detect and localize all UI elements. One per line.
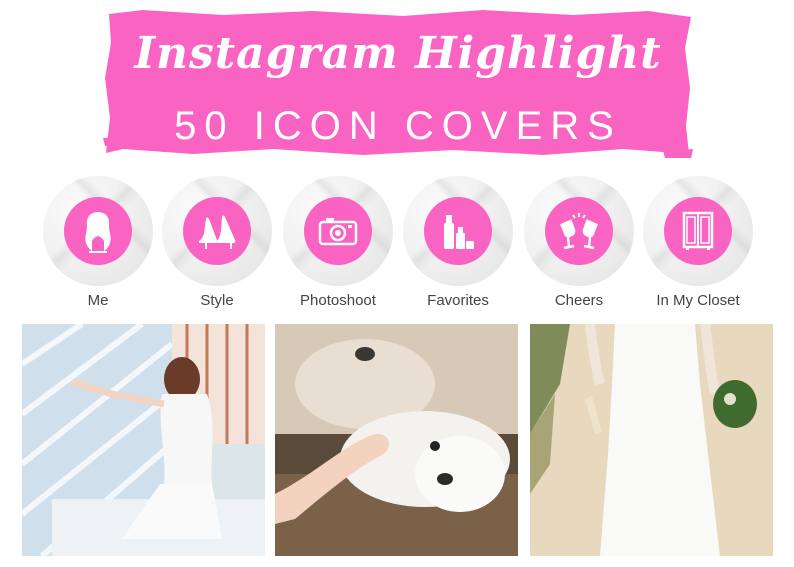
marble-circle xyxy=(43,176,153,286)
white-dog-photo xyxy=(275,324,518,556)
highlight-favorites[interactable]: Favorites xyxy=(393,176,523,309)
pink-circle xyxy=(545,197,613,265)
banner-title: Instagram Highlight xyxy=(134,28,662,79)
highlight-label: Style xyxy=(200,292,234,309)
highlight-style[interactable]: Style xyxy=(152,176,282,309)
pink-circle xyxy=(664,197,732,265)
cosmetics-icon xyxy=(444,215,474,249)
white-dog-illustration xyxy=(275,324,518,556)
banner-subtitle: 50 ICON COVERS xyxy=(174,104,622,148)
highlight-cheers[interactable]: Cheers xyxy=(514,176,644,309)
highlight-label: Favorites xyxy=(427,292,489,309)
woman-silhouette-icon xyxy=(85,212,111,253)
highlight-photoshoot[interactable]: Photoshoot xyxy=(273,176,403,309)
bride-on-beach-photo xyxy=(530,324,773,556)
highlight-label: Photoshoot xyxy=(300,292,376,309)
wardrobe-icon xyxy=(682,211,714,250)
wine-glasses-icon xyxy=(560,213,598,250)
marble-circle xyxy=(283,176,393,286)
highlight-label: In My Closet xyxy=(656,292,740,309)
pink-circle xyxy=(183,197,251,265)
title-banner: Instagram Highlight 50 ICON COVERS xyxy=(103,8,693,158)
pink-circle xyxy=(424,197,492,265)
high-heels-icon xyxy=(199,215,236,249)
highlight-icons-row: Me Style Photoshoot Favorites Cheers In … xyxy=(0,176,794,316)
highlight-me[interactable]: Me xyxy=(33,176,163,309)
marble-circle xyxy=(524,176,634,286)
marble-circle xyxy=(643,176,753,286)
marble-circle xyxy=(403,176,513,286)
pink-circle xyxy=(304,197,372,265)
woman-by-window-illustration xyxy=(22,324,265,556)
highlight-label: Cheers xyxy=(554,292,604,309)
highlight-label: Me xyxy=(87,292,109,309)
woman-by-window-photo xyxy=(22,324,265,556)
marble-circle xyxy=(162,176,272,286)
highlight-in-my-closet[interactable]: In My Closet xyxy=(633,176,763,309)
bride-on-beach-illustration xyxy=(530,324,773,556)
camera-icon xyxy=(318,218,358,246)
pink-circle xyxy=(64,197,132,265)
